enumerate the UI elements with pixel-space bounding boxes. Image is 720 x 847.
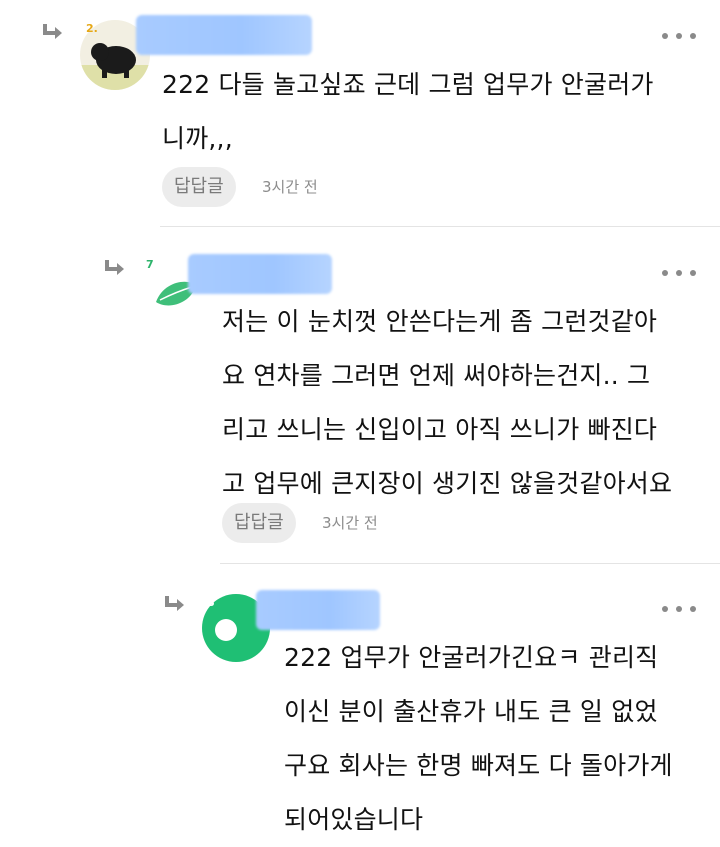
reply-arrow-icon <box>104 258 126 276</box>
reply-button[interactable]: 답답글 <box>222 503 296 543</box>
level-badge: 8 <box>207 596 215 609</box>
timestamp: 3시간 전 <box>322 514 378 532</box>
more-dots-icon[interactable] <box>662 268 696 278</box>
nickname-redacted[interactable] <box>256 590 380 630</box>
reply-arrow-icon <box>164 594 186 612</box>
reply-button[interactable]: 답답글 <box>162 167 236 207</box>
nickname-redacted[interactable] <box>136 15 312 55</box>
divider <box>220 563 720 564</box>
nickname-redacted[interactable] <box>188 254 332 294</box>
comment-text: 저는 이 눈치껏 안쓴다는게 좀 그런것같아 요 연차를 그러면 언제 써야하는… <box>222 307 673 498</box>
divider <box>160 226 720 227</box>
comment-text: 222 업무가 안굴러가긴요ㅋ 관리직 이신 분이 출산휴가 내도 큰 일 없었… <box>284 643 673 834</box>
comment-text: 222 다들 놀고싶죠 근데 그럼 업무가 안굴러가 니까,,, <box>162 70 654 153</box>
level-badge: 2. <box>86 22 98 35</box>
more-dots-icon[interactable] <box>662 604 696 614</box>
timestamp: 3시간 전 <box>262 178 318 196</box>
reply-arrow-icon <box>42 22 64 40</box>
level-badge: 7 <box>146 258 154 271</box>
more-dots-icon[interactable] <box>662 31 696 41</box>
